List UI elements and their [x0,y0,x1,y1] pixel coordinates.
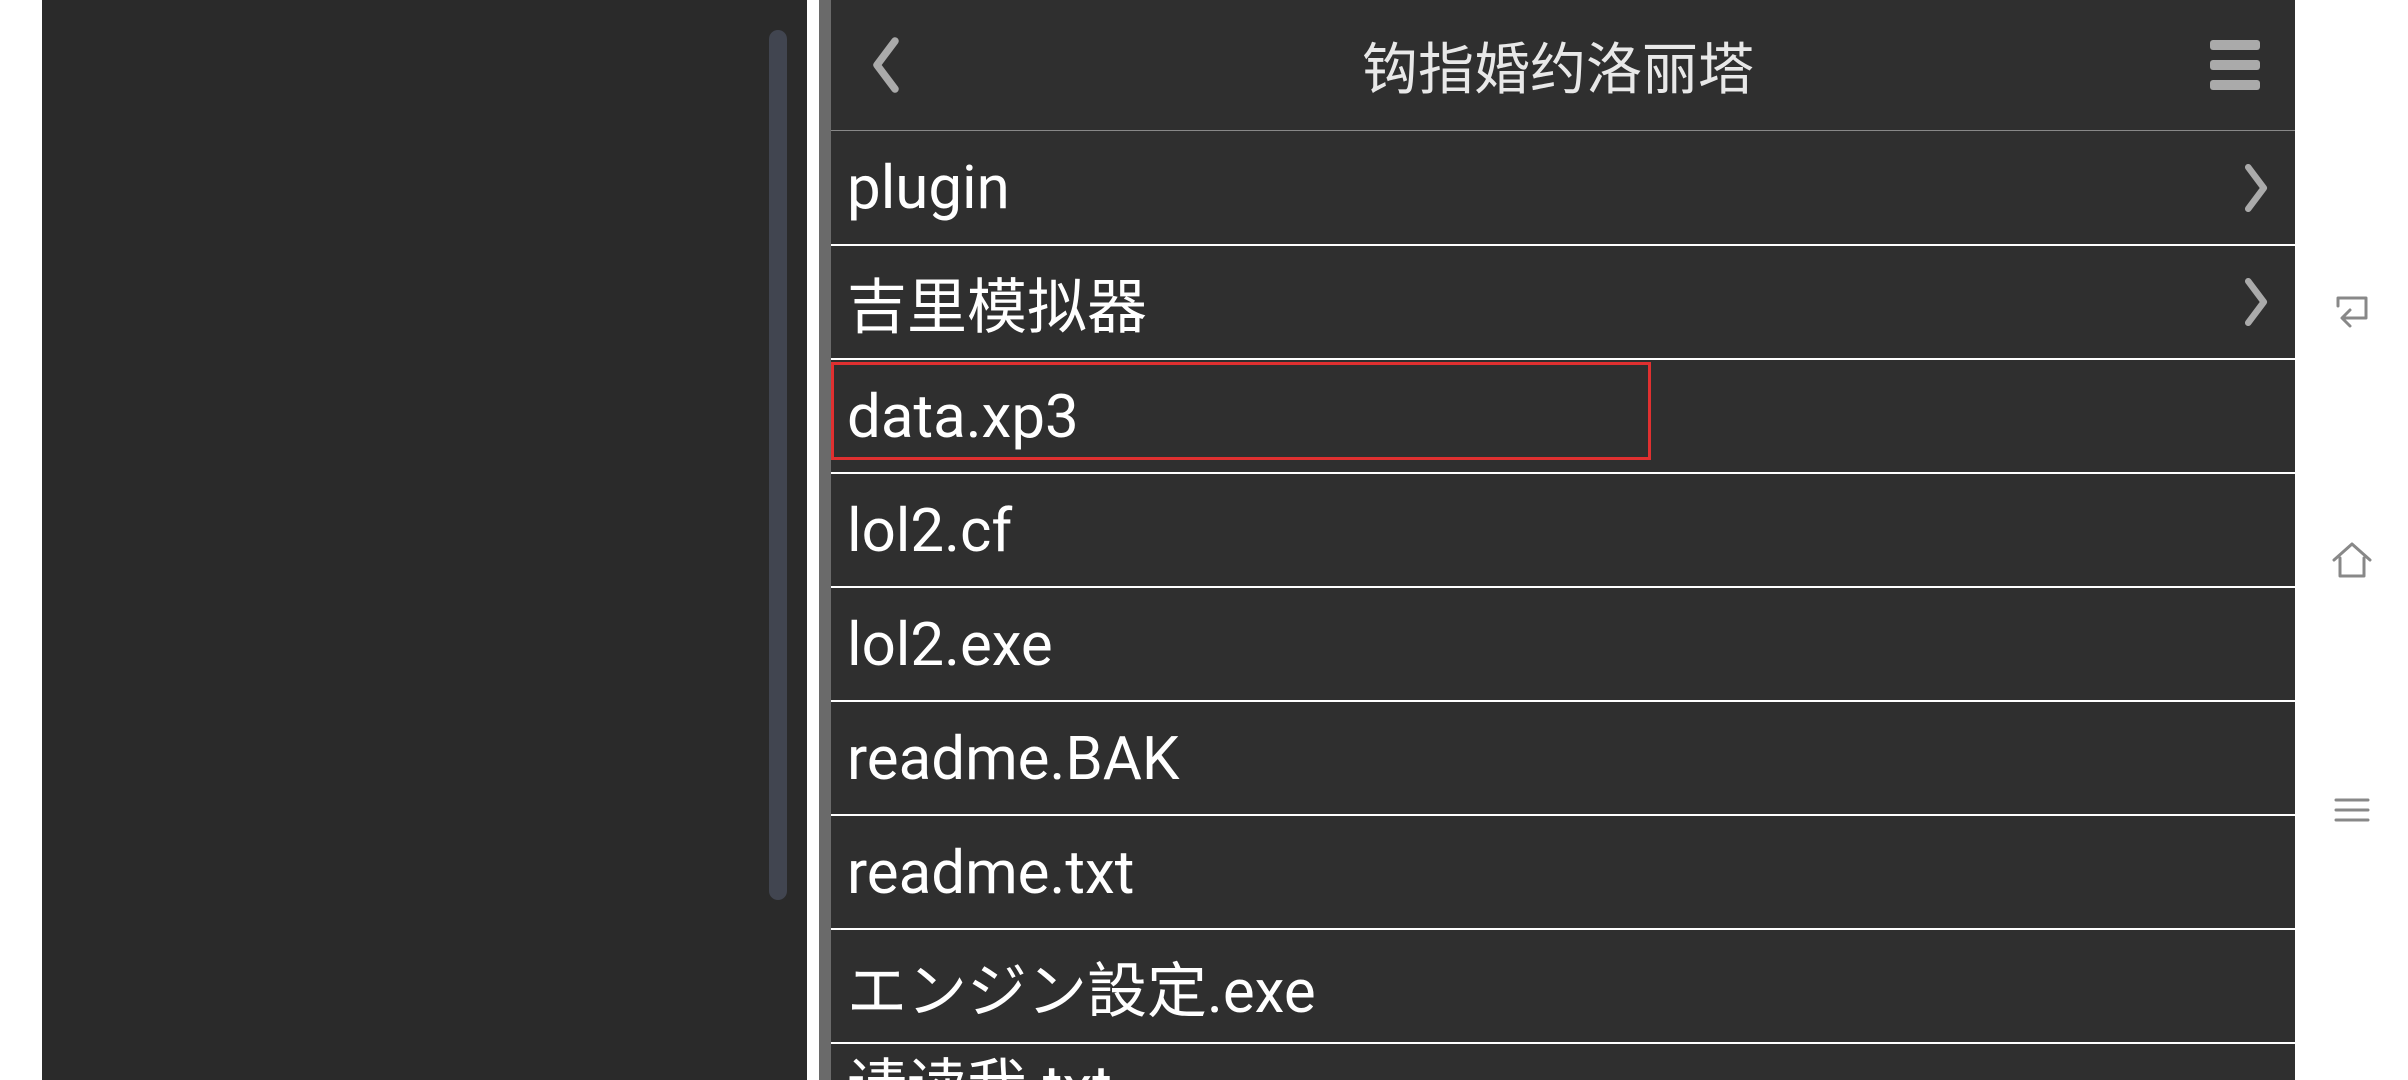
left-panel [42,0,807,1080]
back-button[interactable] [861,25,911,105]
file-item-readme-cn-txt[interactable]: 请读我.txt [831,1042,2295,1080]
file-label: readme.txt [847,837,1134,908]
chevron-right-icon [2239,162,2273,214]
scrollbar[interactable] [769,30,787,900]
nav-back-button[interactable] [2327,285,2377,335]
file-label: lol2.exe [847,609,1053,680]
folder-item-emulator[interactable]: 吉里模拟器 [831,244,2295,358]
back-icon [2330,288,2374,332]
header-bar: 钩指婚约洛丽塔 [831,0,2295,130]
file-label: 吉里模拟器 [847,259,1147,346]
chevron-left-icon [868,35,904,95]
file-item-readme-txt[interactable]: readme.txt [831,814,2295,928]
menu-button[interactable] [2205,35,2265,95]
chevron-right-icon [2239,276,2273,328]
file-item-engine-settings-exe[interactable]: エンジン設定.exe [831,928,2295,1042]
nav-recents-button[interactable] [2327,785,2377,835]
home-icon [2330,538,2374,582]
file-label: readme.BAK [847,723,1180,794]
file-item-readme-bak[interactable]: readme.BAK [831,700,2295,814]
file-label: エンジン設定.exe [847,943,1316,1030]
file-item-lol2-exe[interactable]: lol2.exe [831,586,2295,700]
folder-item-plugin[interactable]: plugin [831,130,2295,244]
file-label: data.xp3 [847,381,1079,452]
page-title: 钩指婚约洛丽塔 [911,25,2205,106]
file-item-lol2-cf[interactable]: lol2.cf [831,472,2295,586]
file-item-data-xp3[interactable]: data.xp3 [831,358,2295,472]
hamburger-icon [2210,40,2260,50]
nav-home-button[interactable] [2327,535,2377,585]
menu-lines-icon [2330,788,2374,832]
system-nav-bar [2295,0,2408,1080]
file-label: plugin [847,152,1010,223]
file-label: lol2.cf [847,495,1012,566]
file-label: 请读我.txt [847,1042,1112,1080]
file-browser-panel: 钩指婚约洛丽塔 plugin 吉里模拟器 [819,0,2295,1080]
file-list: plugin 吉里模拟器 data.xp3 lol2.cf [831,130,2295,1080]
